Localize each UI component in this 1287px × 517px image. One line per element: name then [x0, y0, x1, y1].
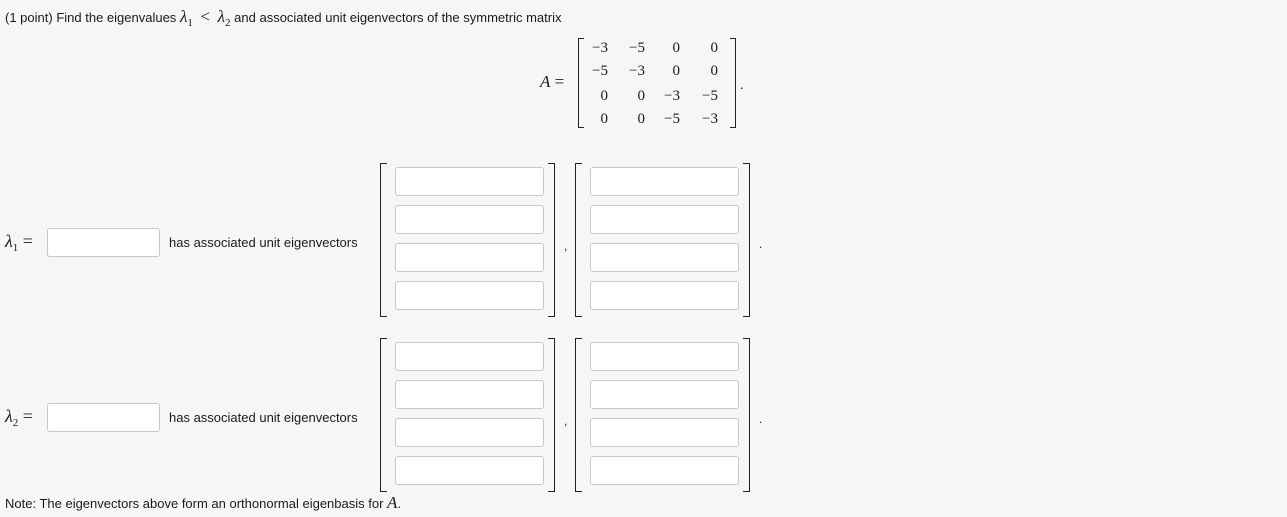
eigenvector-2-1-component-2-input[interactable]: [395, 380, 544, 409]
eigenvector-1-2-component-1-input[interactable]: [590, 167, 739, 196]
eigenvector-2-2-component-1-input[interactable]: [590, 342, 739, 371]
intro-text: Find the eigenvalues: [56, 10, 177, 25]
matrix-cell: −3: [702, 111, 718, 127]
eigenvector-caption: has associated unit eigenvectors: [169, 410, 358, 425]
eigenvector-1-2-component-4-input[interactable]: [590, 281, 739, 310]
matrix-cell: 0: [672, 40, 681, 56]
matrix-cell: 0: [600, 111, 609, 127]
vector-right-bracket: [548, 163, 555, 317]
eigenvector-2-1-component-3-input[interactable]: [395, 418, 544, 447]
vector-left-bracket: [380, 163, 387, 317]
matrix-cell: −3: [664, 88, 680, 104]
lambda-1-input[interactable]: [47, 228, 160, 257]
eigenvector-1-2-component-2-input[interactable]: [590, 205, 739, 234]
eigenvector-1-2-component-3-input[interactable]: [590, 243, 739, 272]
lambda-1-label: λ1 =: [5, 231, 33, 254]
vector-left-bracket: [575, 163, 582, 317]
eigenvector-1-1-component-1-input[interactable]: [395, 167, 544, 196]
problem-statement: (1 point) Find the eigenvalues λ1 < λ2 a…: [5, 7, 561, 29]
matrix-cell: 0: [672, 63, 681, 79]
matrix-cell: −5: [592, 63, 608, 79]
lambda-2-symbol: λ2: [217, 7, 231, 29]
eigenvector-2-2-component-4-input[interactable]: [590, 456, 739, 485]
matrix-cell: 0: [637, 111, 646, 127]
intro-text-after: and associated unit eigenvectors of the …: [234, 10, 562, 25]
vector-end-period: .: [759, 237, 763, 251]
matrix-period: .: [740, 78, 744, 93]
eigenvector-2-2-component-2-input[interactable]: [590, 380, 739, 409]
matrix-cell: 0: [710, 63, 719, 79]
eigenvector-1-1-component-4-input[interactable]: [395, 281, 544, 310]
vector-left-bracket: [575, 338, 582, 492]
lambda-2-label: λ2 =: [5, 406, 33, 429]
eigenvector-2-1-component-4-input[interactable]: [395, 456, 544, 485]
eigenvector-1-1-component-2-input[interactable]: [395, 205, 544, 234]
matrix-cell: −5: [664, 111, 680, 127]
vector-right-bracket: [548, 338, 555, 492]
matrix-cell: −5: [629, 40, 645, 56]
vector-end-period: .: [759, 412, 763, 426]
eigenvector-1-1-component-3-input[interactable]: [395, 243, 544, 272]
lambda-1-symbol: λ1: [179, 7, 193, 29]
less-than-symbol: <: [200, 7, 211, 26]
note-matrix-symbol: A: [387, 493, 398, 512]
matrix-cell: 0: [710, 40, 719, 56]
vector-right-bracket: [743, 338, 750, 492]
vector-separator-comma: ,: [564, 239, 568, 253]
eigenvector-2-2-component-3-input[interactable]: [590, 418, 739, 447]
matrix-cell: 0: [600, 88, 609, 104]
note-text: Note: The eigenvectors above form an ort…: [5, 496, 384, 511]
eigenvector-2-1-component-1-input[interactable]: [395, 342, 544, 371]
matrix-right-bracket: [730, 38, 736, 128]
matrix-cell: 0: [637, 88, 646, 104]
vector-separator-comma: ,: [564, 414, 568, 428]
note: Note: The eigenvectors above form an ort…: [5, 493, 402, 512]
vector-left-bracket: [380, 338, 387, 492]
matrix-cell: −5: [702, 88, 718, 104]
vector-right-bracket: [743, 163, 750, 317]
matrix-cell: −3: [592, 40, 608, 56]
matrix-label: A =: [540, 72, 565, 91]
eigenvector-caption: has associated unit eigenvectors: [169, 235, 358, 250]
matrix-cell: −3: [629, 63, 645, 79]
points-label: (1 point): [5, 10, 53, 25]
lambda-2-input[interactable]: [47, 403, 160, 432]
